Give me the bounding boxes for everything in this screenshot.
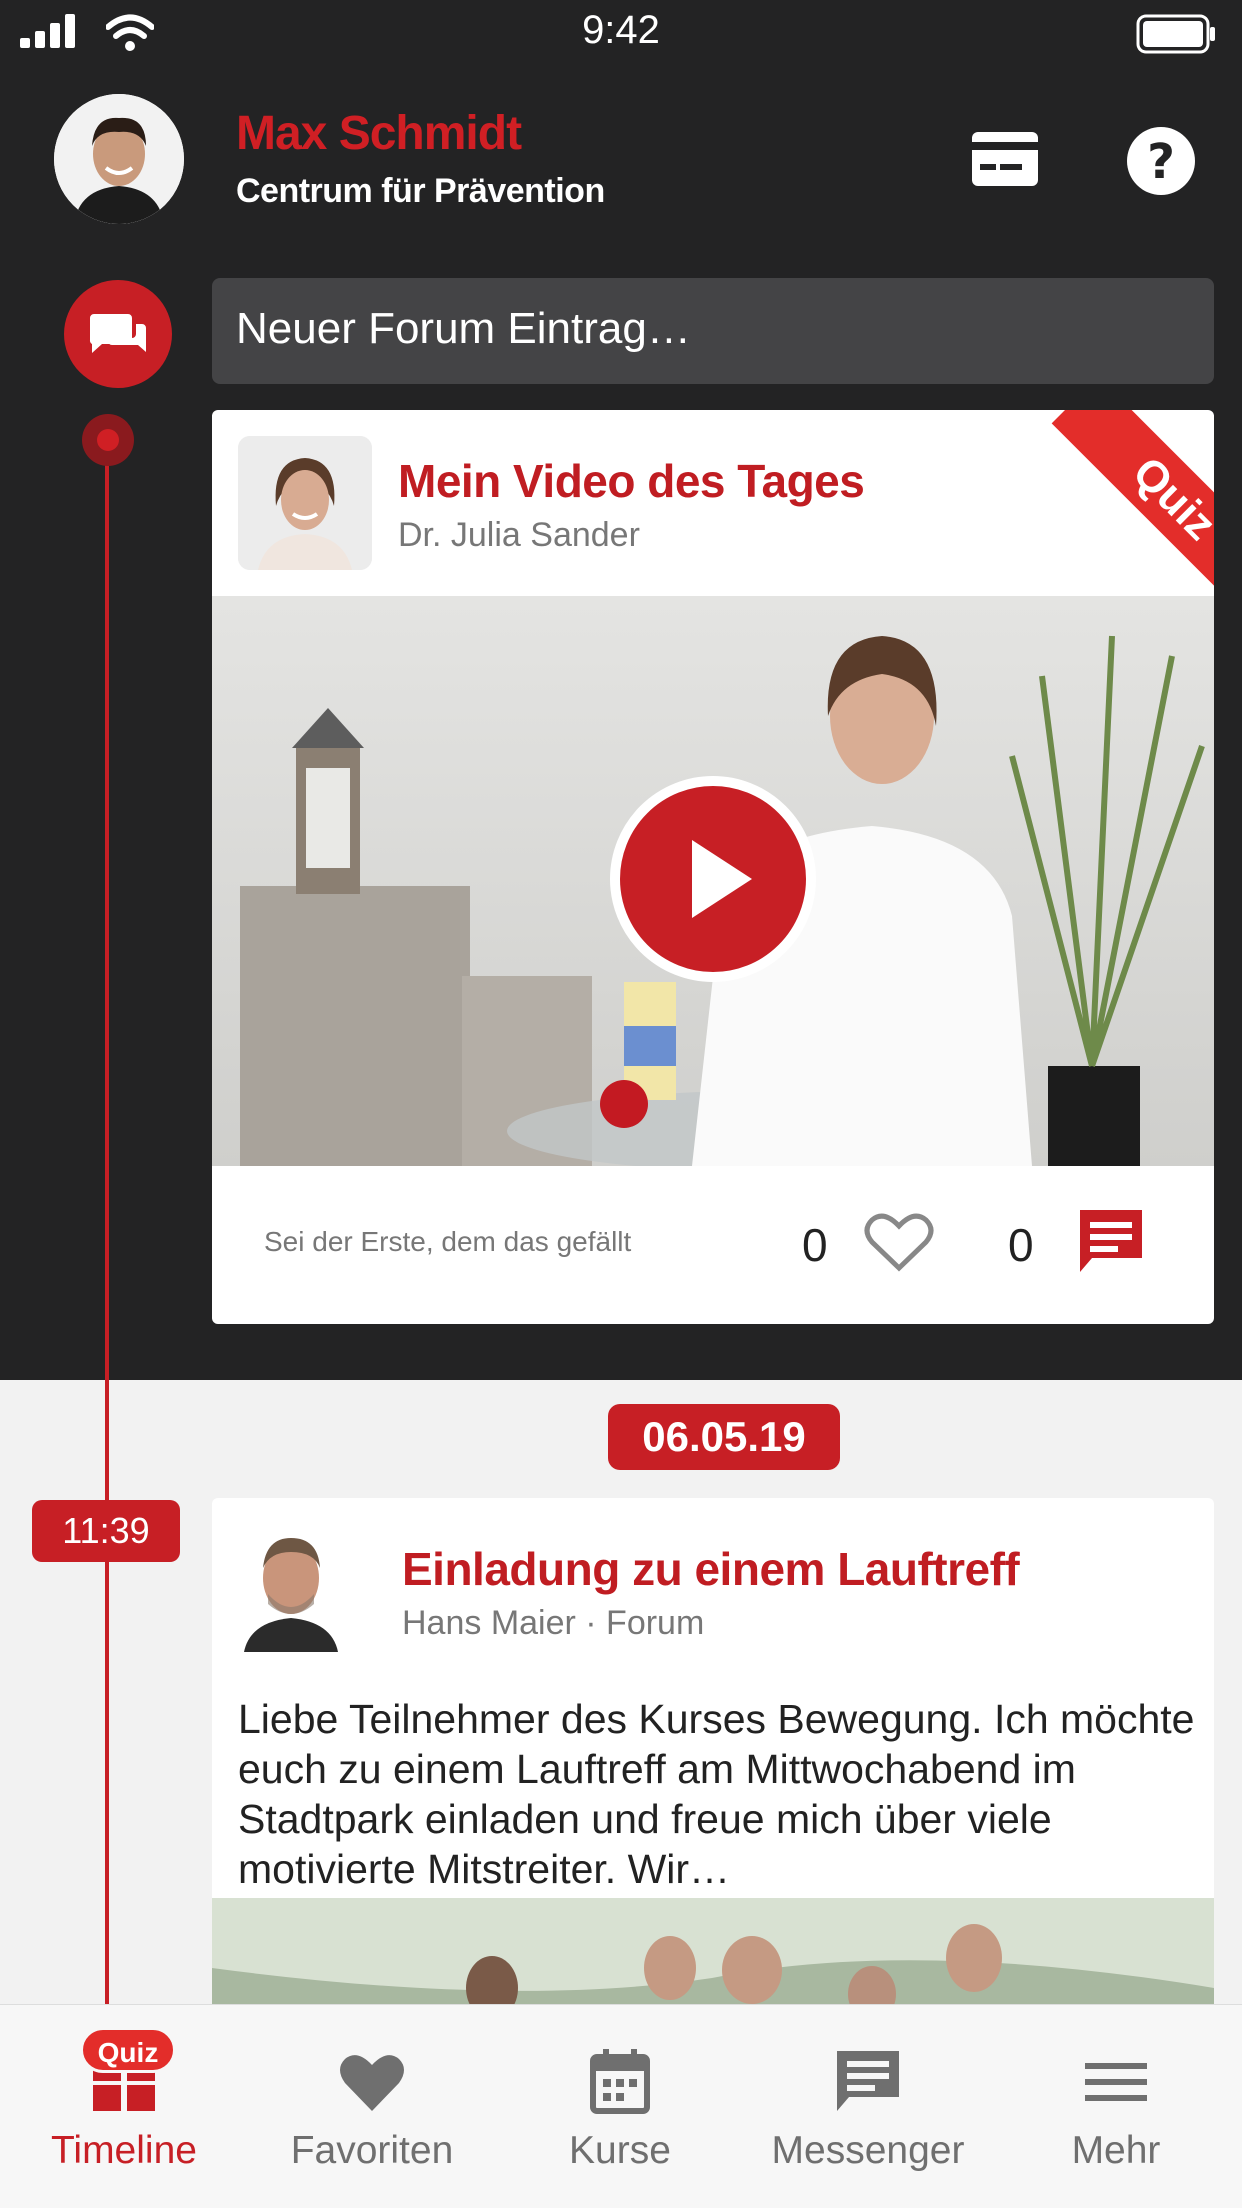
video-author: Dr. Julia Sander <box>398 516 640 554</box>
tab-timeline[interactable]: Quiz Timeline <box>0 2005 248 2208</box>
battery-icon <box>1136 14 1215 54</box>
tab-label: Mehr <box>1071 2129 1161 2172</box>
tab-bar: Quiz Timeline Favoriten Kurse Messenger … <box>0 2004 1242 2208</box>
menu-icon <box>1085 2063 1147 2101</box>
quiz-badge: Quiz <box>80 2027 176 2073</box>
heart-icon[interactable] <box>864 1210 934 1274</box>
tab-label: Favoriten <box>290 2129 454 2172</box>
quiz-ribbon-label: Quiz <box>1051 410 1214 596</box>
comment-count: 0 <box>1008 1219 1034 1271</box>
like-count: 0 <box>802 1219 828 1271</box>
video-post-card[interactable]: Mein Video des Tages Dr. Julia Sander Qu… <box>212 410 1214 1324</box>
author-avatar <box>238 1524 344 1652</box>
forum-entry-input[interactable]: Neuer Forum Eintrag… <box>212 278 1214 384</box>
poster-avatar <box>238 436 372 570</box>
card-icon[interactable] <box>970 130 1040 188</box>
svg-text:?: ? <box>1147 134 1175 190</box>
forum-post-body: Liebe Teilnehmer des Kurses Bewegung. Ic… <box>238 1696 1195 1892</box>
comment-icon[interactable] <box>1076 1206 1146 1278</box>
calendar-icon <box>590 2049 650 2114</box>
forum-post-meta: Hans Maier · Forum <box>402 1604 705 1642</box>
tab-label: Timeline <box>51 2129 197 2172</box>
message-icon <box>837 2051 899 2111</box>
user-name: Max Schmidt <box>236 107 522 160</box>
tab-label: Kurse <box>569 2129 671 2172</box>
tab-label: Messenger <box>771 2129 965 2172</box>
video-title[interactable]: Mein Video des Tages <box>398 454 865 508</box>
status-bar: 9:42 <box>0 0 1242 64</box>
video-player[interactable] <box>212 596 1214 1171</box>
tab-mehr[interactable]: Mehr <box>992 2005 1240 2208</box>
organization-name: Centrum für Prävention <box>236 172 605 210</box>
forum-post-title[interactable]: Einladung zu einem Lauftreff <box>402 1542 1020 1596</box>
help-icon[interactable]: ? <box>1126 126 1196 196</box>
user-avatar[interactable] <box>54 94 184 224</box>
tab-favoriten[interactable]: Favoriten <box>248 2005 496 2208</box>
likes-text: Sei der Erste, dem das gefällt <box>264 1226 632 1257</box>
quiz-ribbon: Quiz <box>1014 410 1214 596</box>
timeline-line <box>105 440 109 2010</box>
timeline-dot <box>82 414 134 466</box>
date-separator: 06.05.19 <box>608 1404 840 1470</box>
tab-messenger[interactable]: Messenger <box>744 2005 992 2208</box>
heart-icon <box>340 2055 404 2111</box>
forum-icon[interactable] <box>64 280 172 388</box>
tab-kurse[interactable]: Kurse <box>496 2005 744 2208</box>
play-button[interactable] <box>610 776 816 982</box>
post-time-badge: 11:39 <box>32 1500 180 1562</box>
status-time: 9:42 <box>582 8 660 52</box>
